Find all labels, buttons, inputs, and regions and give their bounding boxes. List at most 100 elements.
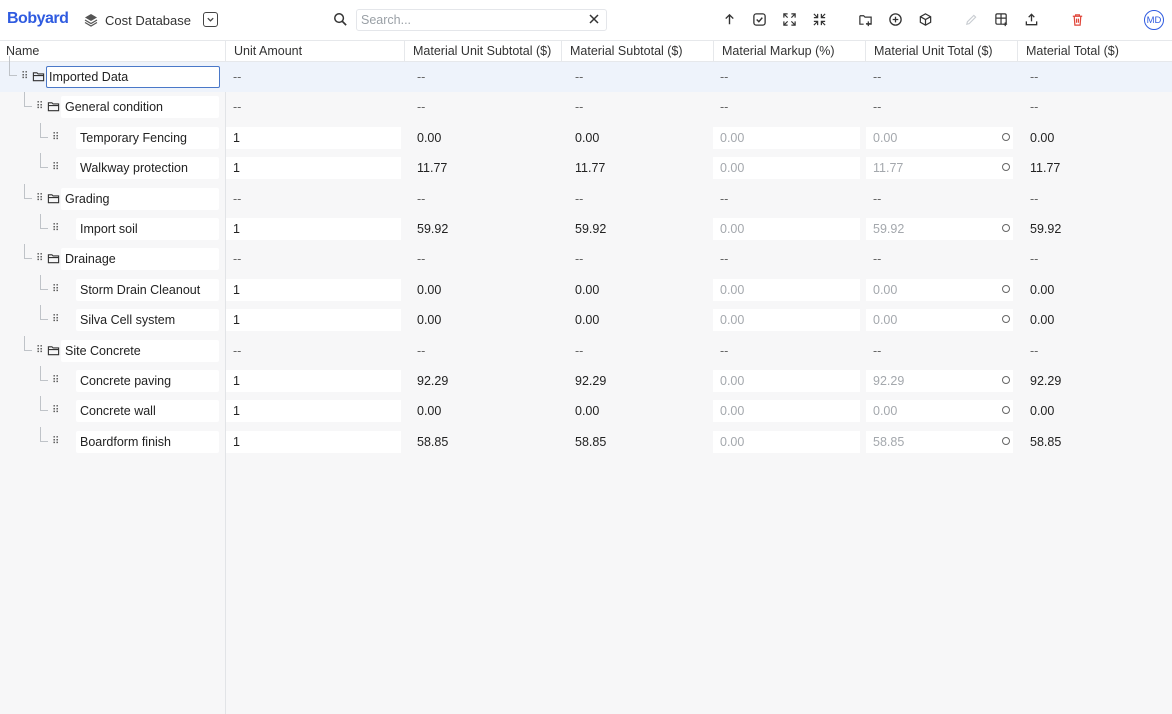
item-name[interactable]: Concrete paving xyxy=(76,370,219,392)
database-dropdown-button[interactable] xyxy=(203,12,218,27)
table-row[interactable]: ⠿ Silva Cell system 1 0.00 0.00 0.00 0.00 0.00 xyxy=(0,305,1172,335)
material-markup-cell[interactable]: 0.00 xyxy=(713,126,860,149)
group-name[interactable]: General condition xyxy=(61,96,219,119)
unit-amount-cell[interactable]: 1 xyxy=(226,278,401,301)
folder-icon xyxy=(32,70,45,83)
table-row[interactable]: ⠿ Concrete wall 1 0.00 0.00 0.00 0.00 0.00 xyxy=(0,396,1172,426)
item-name[interactable]: Import soil xyxy=(76,218,219,240)
item-name[interactable]: Concrete wall xyxy=(76,400,219,423)
item-name[interactable]: Storm Drain Cleanout xyxy=(76,278,219,301)
column-header-material-markup[interactable]: Material Markup (%) xyxy=(714,41,866,61)
item-name[interactable]: Temporary Fencing xyxy=(76,126,219,149)
add-item-icon[interactable] xyxy=(887,11,904,28)
material-unit-total-cell[interactable]: 0.00 xyxy=(866,278,1013,301)
material-markup-cell[interactable]: 0.00 xyxy=(713,278,860,301)
drag-handle-icon[interactable]: ⠿ xyxy=(52,132,59,144)
material-unit-subtotal-cell: -- xyxy=(417,70,426,84)
drag-handle-icon[interactable]: ⠿ xyxy=(21,71,28,83)
material-markup-cell[interactable]: 0.00 xyxy=(713,400,860,423)
drag-handle-icon[interactable]: ⠿ xyxy=(52,314,59,326)
search-input[interactable] xyxy=(356,9,607,31)
material-markup-cell[interactable]: 0.00 xyxy=(713,309,860,332)
material-markup-cell[interactable]: 0.00 xyxy=(713,157,860,180)
add-assembly-icon[interactable] xyxy=(917,11,934,28)
unit-amount-cell[interactable]: 1 xyxy=(226,400,401,423)
material-markup-cell[interactable]: 0.00 xyxy=(713,218,860,240)
drag-handle-icon[interactable]: ⠿ xyxy=(52,284,59,296)
item-name[interactable]: Walkway protection xyxy=(76,157,219,180)
unit-amount-cell[interactable]: 1 xyxy=(226,218,401,240)
material-markup-cell[interactable]: 0.00 xyxy=(713,430,860,453)
unit-amount-cell[interactable]: 1 xyxy=(226,157,401,180)
group-name[interactable]: Drainage xyxy=(61,248,219,271)
table-row[interactable]: ⠿ Storm Drain Cleanout 1 0.00 0.00 0.00 0.00 0.… xyxy=(0,274,1172,305)
group-name[interactable]: Imported Data xyxy=(46,66,220,88)
column-header-material-unit-total[interactable]: Material Unit Total ($) xyxy=(866,41,1018,61)
material-unit-total-cell[interactable]: 11.77 xyxy=(866,157,1013,180)
user-avatar[interactable]: MD xyxy=(1144,10,1164,30)
drag-handle-icon[interactable]: ⠿ xyxy=(36,345,43,357)
drag-handle-icon[interactable]: ⠿ xyxy=(52,405,59,417)
table-row[interactable]: ⠿ Boardform finish 1 58.85 58.85 0.00 58.85 58.… xyxy=(0,426,1172,457)
drag-handle-icon[interactable]: ⠿ xyxy=(52,162,59,174)
material-subtotal-cell: 0.00 xyxy=(575,404,600,419)
drag-handle-icon[interactable]: ⠿ xyxy=(36,193,43,205)
drag-handle-icon[interactable]: ⠿ xyxy=(52,223,59,235)
override-toggle-icon[interactable] xyxy=(1002,132,1010,141)
column-header-material-subtotal[interactable]: Material Subtotal ($) xyxy=(562,41,714,61)
group-row[interactable]: ⠿ Grading -- -- -- -- -- -- xyxy=(0,183,1172,214)
override-toggle-icon[interactable] xyxy=(1002,284,1010,293)
clear-search-icon[interactable] xyxy=(588,13,601,26)
material-unit-total-cell[interactable]: 92.29 xyxy=(866,370,1013,392)
app-logo[interactable]: Bobyard xyxy=(7,10,69,28)
item-name[interactable]: Silva Cell system xyxy=(76,309,219,332)
drag-handle-icon[interactable]: ⠿ xyxy=(36,253,43,265)
override-toggle-icon[interactable] xyxy=(1002,224,1010,232)
column-header-material-unit-subtotal[interactable]: Material Unit Subtotal ($) xyxy=(405,41,562,61)
material-markup-cell[interactable]: 0.00 xyxy=(713,370,860,392)
export-icon[interactable] xyxy=(1023,11,1040,28)
expand-all-icon[interactable] xyxy=(781,11,798,28)
override-toggle-icon[interactable] xyxy=(1002,376,1010,384)
material-unit-total-cell[interactable]: 0.00 xyxy=(866,309,1013,332)
item-name[interactable]: Boardform finish xyxy=(76,430,219,453)
edit-icon[interactable] xyxy=(963,11,980,28)
add-folder-icon[interactable] xyxy=(857,11,874,28)
column-header-material-total[interactable]: Material Total ($) xyxy=(1018,41,1172,61)
override-toggle-icon[interactable] xyxy=(1002,436,1010,445)
select-all-checkbox-icon[interactable] xyxy=(751,11,768,28)
delete-icon[interactable] xyxy=(1069,11,1086,28)
drag-handle-icon[interactable]: ⠿ xyxy=(36,101,43,113)
move-up-icon[interactable] xyxy=(721,11,738,28)
add-column-icon[interactable] xyxy=(993,11,1010,28)
unit-amount-cell[interactable]: 1 xyxy=(226,309,401,332)
group-name[interactable]: Site Concrete xyxy=(61,339,219,362)
group-row[interactable]: ⠿ Imported Data -- -- -- -- -- -- xyxy=(0,56,1172,92)
table-row[interactable]: ⠿ Concrete paving 1 92.29 92.29 0.00 92.29 92.2… xyxy=(0,366,1172,396)
group-row[interactable]: ⠿ Drainage -- -- -- -- -- -- xyxy=(0,244,1172,274)
drag-handle-icon[interactable]: ⠿ xyxy=(52,436,59,448)
unit-amount-cell[interactable]: 1 xyxy=(226,126,401,149)
material-unit-total-cell[interactable]: 0.00 xyxy=(866,400,1013,423)
material-unit-subtotal-cell: 0.00 xyxy=(417,282,442,297)
material-markup-cell: -- xyxy=(720,100,729,115)
material-total-cell: 59.92 xyxy=(1030,222,1062,236)
table-row[interactable]: ⠿ Walkway protection 1 11.77 11.77 0.00 11.77 1… xyxy=(0,153,1172,183)
table-row[interactable]: ⠿ Import soil 1 59.92 59.92 0.00 59.92 59.92 xyxy=(0,214,1172,244)
group-name[interactable]: Grading xyxy=(61,187,219,210)
material-unit-subtotal-cell: 0.00 xyxy=(417,130,442,145)
column-header-unit-amount[interactable]: Unit Amount xyxy=(226,41,405,61)
material-unit-total-cell[interactable]: 0.00 xyxy=(866,126,1013,149)
collapse-all-icon[interactable] xyxy=(811,11,828,28)
unit-amount-cell[interactable]: 1 xyxy=(226,430,401,453)
table-row[interactable]: ⠿ Temporary Fencing 1 0.00 0.00 0.00 0.00 0.00 xyxy=(0,122,1172,153)
group-row[interactable]: ⠿ Site Concrete -- -- -- -- -- -- xyxy=(0,335,1172,366)
material-unit-total-cell[interactable]: 58.85 xyxy=(866,430,1013,453)
tree-connector xyxy=(40,122,48,138)
group-row[interactable]: ⠿ General condition -- -- -- -- -- -- xyxy=(0,92,1172,122)
column-header-name[interactable]: Name xyxy=(0,41,226,61)
drag-handle-icon[interactable]: ⠿ xyxy=(52,375,59,387)
unit-amount-cell[interactable]: 1 xyxy=(226,370,401,392)
material-subtotal-cell: -- xyxy=(575,100,584,115)
material-unit-total-cell[interactable]: 59.92 xyxy=(866,218,1013,240)
